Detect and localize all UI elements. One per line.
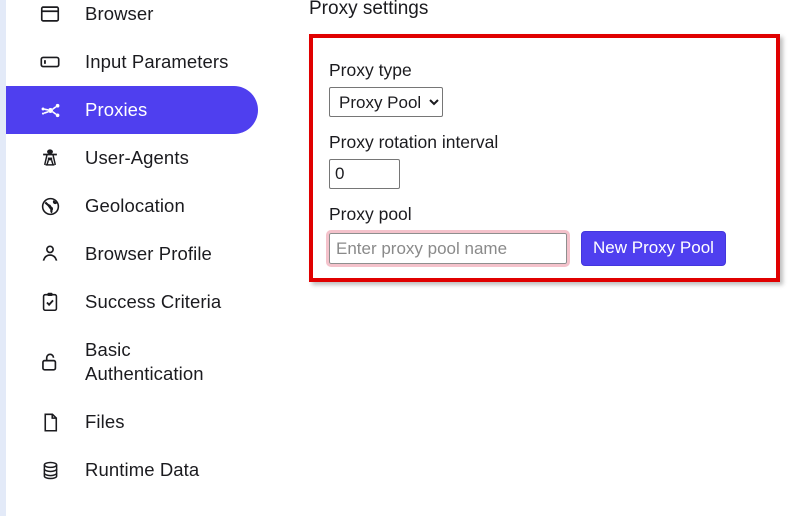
proxy-rotation-interval-input[interactable]: [329, 159, 400, 189]
browser-window-icon: [38, 2, 62, 26]
sidebar-item-runtime-data[interactable]: Runtime Data: [6, 446, 258, 494]
globe-icon: [38, 194, 62, 218]
file-document-icon: [38, 410, 62, 434]
sidebar-item-label: Proxies: [85, 99, 148, 120]
sidebar-item-label: Input Parameters: [85, 51, 229, 72]
sidebar-nav-list: Browser Input Parameters Proxies User-Agent…: [6, 0, 302, 494]
proxy-type-label: Proxy type: [329, 60, 412, 80]
unlocked-padlock-icon: [38, 350, 62, 374]
sidebar-item-files[interactable]: Files: [6, 398, 258, 446]
proxy-pool-field: Proxy pool New Proxy Pool: [326, 203, 776, 267]
sidebar-item-browser[interactable]: Browser: [6, 0, 258, 38]
sidebar-item-browser-profile[interactable]: Browser Profile: [6, 230, 258, 278]
main-content: Proxy settings Proxy type Proxy Pool Pro…: [302, 0, 809, 516]
sidebar-item-proxies[interactable]: Proxies: [6, 86, 258, 134]
new-proxy-pool-button[interactable]: New Proxy Pool: [581, 231, 726, 266]
proxy-type-select[interactable]: Proxy Pool: [329, 87, 443, 117]
sidebar-item-label: Files: [85, 411, 125, 432]
proxy-pool-label: Proxy pool: [329, 204, 412, 224]
app-root: Browser Input Parameters Proxies User-Agent…: [0, 0, 809, 516]
person-icon: [38, 242, 62, 266]
sidebar-item-label: Basic Authentication: [85, 339, 204, 384]
sidebar-item-user-agents[interactable]: User-Agents: [6, 134, 258, 182]
page-title: Proxy settings: [309, 0, 429, 19]
proxy-settings-highlight-box: Proxy type Proxy Pool Proxy rotation int…: [309, 34, 780, 282]
sidebar-item-label: Runtime Data: [85, 459, 200, 480]
proxy-rotation-interval-field: Proxy rotation interval: [329, 131, 776, 189]
database-icon: [38, 458, 62, 482]
sidebar-item-label: Geolocation: [85, 195, 185, 216]
sidebar-item-geolocation[interactable]: Geolocation: [6, 182, 258, 230]
proxy-pool-row: New Proxy Pool: [326, 230, 776, 267]
proxy-rotation-interval-label: Proxy rotation interval: [329, 132, 499, 152]
sidebar-item-success-criteria[interactable]: Success Criteria: [6, 278, 258, 326]
sidebar-item-label: User-Agents: [85, 147, 189, 168]
sidebar-item-label: Success Criteria: [85, 291, 222, 312]
proxy-settings-form: Proxy type Proxy Pool Proxy rotation int…: [313, 38, 776, 267]
sidebar-item-label: Browser Profile: [85, 243, 212, 264]
proxy-type-field: Proxy type Proxy Pool: [329, 59, 776, 117]
sidebar: Browser Input Parameters Proxies User-Agent…: [6, 0, 302, 516]
sidebar-item-label: Browser: [85, 3, 154, 24]
clipboard-check-icon: [38, 290, 62, 314]
proxy-network-icon: [38, 98, 62, 122]
input-field-icon: [38, 50, 62, 74]
sidebar-item-input-parameters[interactable]: Input Parameters: [6, 38, 258, 86]
proxy-pool-name-input[interactable]: [326, 230, 570, 267]
detective-icon: [38, 146, 62, 170]
sidebar-item-basic-authentication[interactable]: Basic Authentication: [6, 326, 258, 398]
